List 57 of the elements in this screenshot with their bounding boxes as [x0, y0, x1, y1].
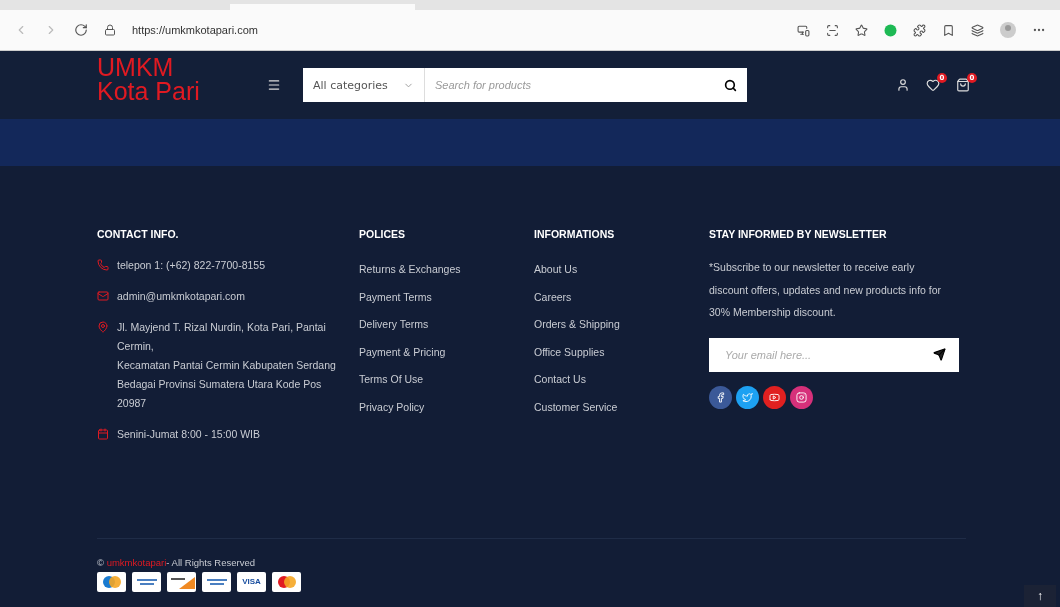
column-heading: CONTACT INFO. — [97, 228, 180, 240]
menu-icon[interactable] — [267, 78, 281, 92]
cart-icon[interactable] — [956, 78, 970, 92]
email-field[interactable]: Your email here... — [708, 337, 921, 372]
phone-icon — [97, 259, 109, 271]
account-icon[interactable] — [896, 78, 910, 92]
device-icon[interactable] — [797, 23, 810, 37]
footer-link[interactable]: Customer Service — [533, 393, 709, 421]
scan-icon[interactable] — [826, 23, 839, 37]
newsletter-text: *Subscribe to our newsletter to receive early discount offers, updates and new products info for 30% Membership discount. — [708, 260, 943, 320]
send-button[interactable] — [920, 337, 959, 372]
send-icon — [933, 348, 947, 361]
footer-link[interactable]: Office Supplies — [533, 338, 709, 366]
footer-link[interactable]: Delivery Terms — [359, 311, 534, 339]
contact-text: Jl. Mayjend T. Rizal Nurdin, Kota Pari, Pantai Cermin, — [117, 320, 327, 354]
collections-icon[interactable] — [971, 23, 984, 37]
footer-link[interactable]: Orders & Shipping — [533, 311, 709, 339]
mail-icon — [97, 290, 109, 302]
search-icon — [723, 78, 737, 92]
column-heading: STAY INFORMED BY NEWSLETTER — [708, 228, 888, 240]
contact-text: Senini-Jumat 8:00 - 15:00 WIB — [117, 427, 261, 442]
youtube-icon — [768, 391, 780, 403]
footer-link[interactable]: Careers — [533, 283, 709, 311]
column-heading: INFORMATIONS — [533, 228, 616, 240]
twitter-button[interactable] — [735, 385, 759, 409]
contact-text: telepon 1: (+62) 822-7700-8155 — [117, 258, 266, 273]
puzzle-icon[interactable] — [913, 23, 926, 37]
bookmark-icon[interactable] — [942, 23, 955, 37]
contact-text: Kecamatan Pantai Cermin Kabupaten Serdang Bedagai Provinsi Sumatera Utara Kode Pos 20987 — [117, 358, 337, 411]
footer-link[interactable]: Payment & Pricing — [359, 338, 534, 366]
search-bar[interactable]: All categories Search for products — [303, 68, 747, 102]
wishlist-icon[interactable] — [926, 78, 940, 92]
footer-link[interactable]: Contact Us — [533, 366, 709, 394]
footer-link[interactable]: Payment Terms — [359, 283, 534, 311]
profile-icon[interactable] — [1000, 22, 1016, 38]
youtube-button[interactable] — [762, 385, 786, 409]
lock-icon — [104, 24, 116, 36]
url-text[interactable]: https://umkmkotapari.com — [132, 24, 781, 36]
payment-card: VISA — [237, 572, 266, 592]
contact-text: admin@umkmkotapari.com — [117, 289, 246, 304]
column-heading: POLICES — [359, 228, 407, 240]
copyright-text: © umkmkotapari- All Rights Reserved — [97, 557, 256, 568]
reload-icon[interactable] — [74, 23, 88, 37]
calendar-icon — [97, 428, 109, 440]
instagram-icon — [795, 391, 807, 403]
card-logo-icon — [206, 579, 227, 585]
scroll-top-button[interactable]: ↑ — [1024, 585, 1056, 607]
facebook-button[interactable] — [708, 385, 732, 409]
footer-link[interactable]: Privacy Policy — [359, 393, 534, 421]
twitter-icon — [741, 391, 753, 403]
footer-link[interactable]: About Us — [533, 256, 709, 284]
instagram-button[interactable] — [789, 385, 813, 409]
footer-link[interactable]: Terms Of Use — [359, 366, 534, 394]
footer-link[interactable]: Returns & Exchanges — [359, 256, 534, 284]
pin-icon — [97, 321, 109, 333]
card-logo-icon — [136, 579, 157, 585]
favorite-icon[interactable] — [855, 23, 868, 37]
